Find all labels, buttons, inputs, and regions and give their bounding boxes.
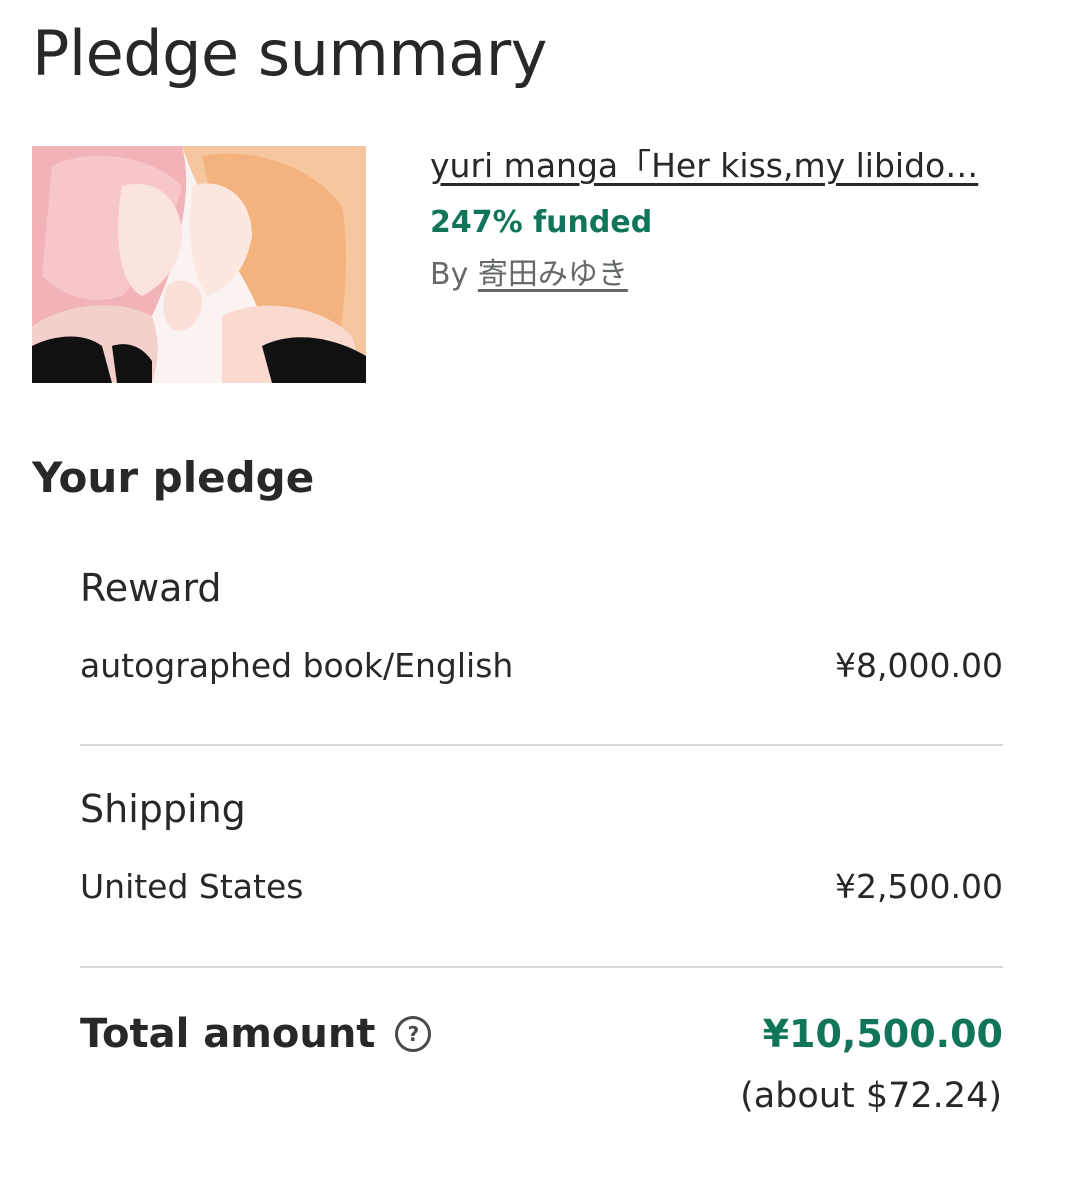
reward-amount: ¥8,000.00 — [835, 646, 1003, 685]
divider — [80, 966, 1003, 968]
total-label-group: Total amount ? — [80, 1008, 432, 1060]
project-thumbnail-art — [32, 146, 366, 383]
your-pledge-heading: Your pledge — [32, 453, 315, 502]
total-label: Total amount — [80, 1011, 376, 1057]
divider — [80, 744, 1003, 746]
project-card: yuri manga「Her kiss,my libido… 247% fund… — [32, 146, 1012, 383]
page-title: Pledge summary — [32, 17, 547, 90]
reward-heading: Reward — [80, 566, 222, 610]
shipping-heading: Shipping — [80, 787, 246, 831]
total-approx-usd: (about $72.24) — [740, 1076, 1002, 1116]
creator-line: By 寄田みゆき — [430, 255, 1010, 295]
total-row: Total amount ? ¥10,500.00 — [80, 1008, 1003, 1060]
creator-link[interactable]: 寄田みゆき — [478, 257, 628, 292]
shipping-destination: United States — [80, 867, 304, 906]
reward-row: autographed book/English ¥8,000.00 — [80, 644, 1003, 688]
reward-item: autographed book/English — [80, 646, 514, 685]
shipping-amount: ¥2,500.00 — [835, 867, 1003, 906]
project-info: yuri manga「Her kiss,my libido… 247% fund… — [430, 146, 1010, 295]
shipping-row: United States ¥2,500.00 — [80, 865, 1003, 909]
funded-percentage: 247% funded — [430, 205, 653, 240]
project-thumbnail[interactable] — [32, 146, 366, 383]
by-label: By — [430, 257, 469, 292]
question-circle-icon[interactable]: ? — [395, 1016, 432, 1052]
reward-section: Reward autographed book/English ¥8,000.0… — [80, 564, 1003, 688]
total-amount: ¥10,500.00 — [762, 1012, 1003, 1056]
project-title-link[interactable]: yuri manga「Her kiss,my libido… — [430, 146, 1010, 186]
shipping-section: Shipping United States ¥2,500.00 — [80, 785, 1003, 909]
